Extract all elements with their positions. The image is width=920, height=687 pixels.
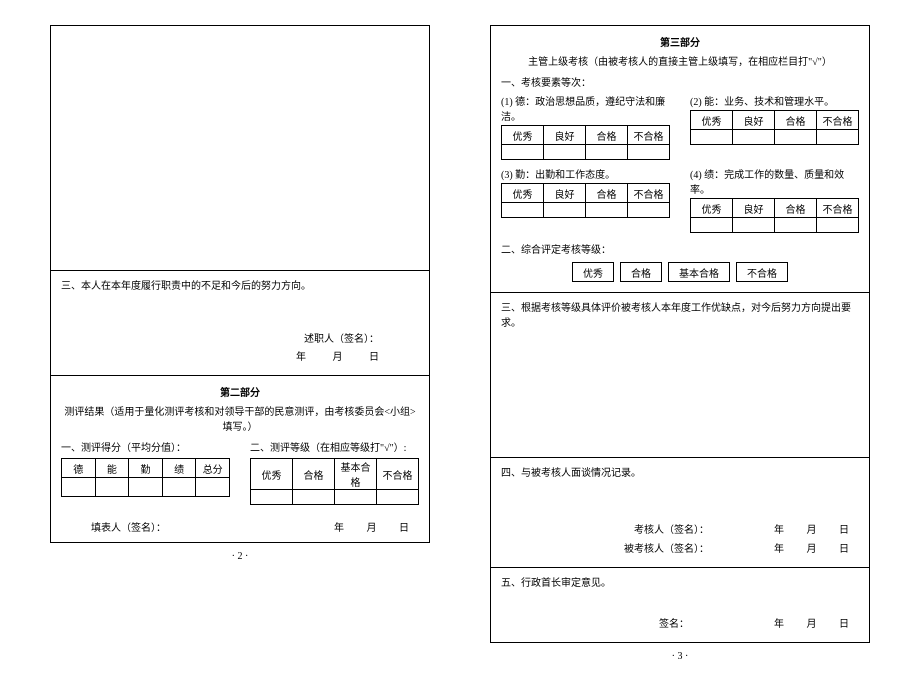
c3-hg[interactable] bbox=[586, 203, 628, 218]
section-self-shortcoming: 三、本人在本年度履行职责中的不足和今后的努力方向。 述职人（签名）： 年 月 日 bbox=[51, 271, 429, 376]
val-ji[interactable] bbox=[162, 478, 196, 497]
c2-bhg[interactable] bbox=[817, 130, 859, 145]
score-heading: 一、测评得分（平均分值）： bbox=[61, 439, 230, 454]
sec5: 五、行政首长审定意见。 bbox=[501, 574, 859, 589]
c1-yx[interactable] bbox=[502, 145, 544, 160]
line2: 二、综合评定考核等级： bbox=[501, 241, 859, 256]
sec3-right: 三、根据考核等级具体评价被考核人本年度工作优缺点，对今后努力方向提出要求。 bbox=[501, 299, 859, 329]
section-approval: 五、行政首长审定意见。 签名： 年 月 日 bbox=[491, 568, 869, 642]
grade-heading: 二、测评等级（在相应等级打"√"）: bbox=[250, 439, 419, 454]
filler-label: 填表人（签名）： bbox=[91, 519, 166, 534]
part3-subtitle: 主管上级考核（由被考核人的直接主管上级填写，在相应栏目打"√"） bbox=[501, 53, 859, 68]
date-line: 年 月 日 bbox=[61, 349, 379, 367]
criterion-2: (2) 能：业务、技术和管理水平。 优秀 良好 合格 不合格 bbox=[690, 93, 859, 160]
overall-jbhg[interactable]: 基本合格 bbox=[669, 263, 730, 282]
col-de: 德 bbox=[62, 459, 96, 478]
sign-label: 签名： bbox=[659, 619, 689, 630]
c4-yx[interactable] bbox=[691, 218, 733, 233]
grade-jbhg-box[interactable] bbox=[335, 490, 377, 505]
c1-lh[interactable] bbox=[544, 145, 586, 160]
col-qin: 勤 bbox=[129, 459, 163, 478]
khr-line: 考核人（签名）： 年 月 日 bbox=[501, 521, 849, 540]
c1-bhg[interactable] bbox=[628, 145, 670, 160]
col-neng: 能 bbox=[95, 459, 129, 478]
score-table: 德 能 勤 绩 总分 bbox=[61, 458, 230, 497]
c1-hg[interactable] bbox=[586, 145, 628, 160]
col-ji: 绩 bbox=[162, 459, 196, 478]
val-zong[interactable] bbox=[196, 478, 230, 497]
val-qin[interactable] bbox=[129, 478, 163, 497]
c3-yx[interactable] bbox=[502, 203, 544, 218]
section-part3-header: 第三部分 主管上级考核（由被考核人的直接主管上级填写，在相应栏目打"√"） 一、… bbox=[491, 26, 869, 293]
section-part2: 第二部分 测评结果（适用于量化测评考核和对领导干部的民意测评，由考核委员会<小组… bbox=[51, 376, 429, 542]
grade-hg: 合格 bbox=[293, 459, 335, 490]
c4-bhg[interactable] bbox=[817, 218, 859, 233]
date-line-2: 年 月 日 bbox=[334, 519, 409, 534]
grade-jbhg: 基本合格 bbox=[335, 459, 377, 490]
c3-lh[interactable] bbox=[544, 203, 586, 218]
signature-label: 述职人（签名）： bbox=[61, 331, 379, 349]
criterion-4: (4) 绩：完成工作的数量、质量和效率。 优秀 良好 合格 不合格 bbox=[690, 166, 859, 233]
grade-yx-box[interactable] bbox=[251, 490, 293, 505]
sec4: 四、与被考核人面谈情况记录。 bbox=[501, 464, 859, 479]
section-interview: 四、与被考核人面谈情况记录。 考核人（签名）： 年 月 日 被考核人（签名）： … bbox=[491, 458, 869, 568]
overall-hg[interactable]: 合格 bbox=[621, 263, 662, 282]
c2-yx[interactable] bbox=[691, 130, 733, 145]
bkhr-line: 被考核人（签名）： 年 月 日 bbox=[501, 540, 849, 559]
grade-bhg-box[interactable] bbox=[377, 490, 419, 505]
c3-bhg[interactable] bbox=[628, 203, 670, 218]
page-number-right: · 3 · bbox=[490, 651, 870, 662]
section-eval: 三、根据考核等级具体评价被考核人本年度工作优缺点，对今后努力方向提出要求。 bbox=[491, 293, 869, 458]
val-de[interactable] bbox=[62, 478, 96, 497]
page-right: 第三部分 主管上级考核（由被考核人的直接主管上级填写，在相应栏目打"√"） 一、… bbox=[490, 25, 870, 662]
part2-subtitle: 测评结果（适用于量化测评考核和对领导干部的民意测评，由考核委员会<小组>填写。） bbox=[61, 403, 419, 433]
part2-title: 第二部分 bbox=[61, 384, 419, 399]
overall-table: 优秀 合格 基本合格 不合格 bbox=[572, 262, 788, 282]
col-zong: 总分 bbox=[196, 459, 230, 478]
section-blank-top bbox=[51, 26, 429, 271]
val-neng[interactable] bbox=[95, 478, 129, 497]
part3-title: 第三部分 bbox=[501, 34, 859, 49]
overall-bhg[interactable]: 不合格 bbox=[737, 263, 788, 282]
overall-yx[interactable]: 优秀 bbox=[573, 263, 614, 282]
page-left: 三、本人在本年度履行职责中的不足和今后的努力方向。 述职人（签名）： 年 月 日… bbox=[50, 25, 430, 662]
c2-hg[interactable] bbox=[775, 130, 817, 145]
c4-hg[interactable] bbox=[775, 218, 817, 233]
page-frame: 第三部分 主管上级考核（由被考核人的直接主管上级填写，在相应栏目打"√"） 一、… bbox=[490, 25, 870, 643]
c4-lh[interactable] bbox=[733, 218, 775, 233]
criterion-3: (3) 勤：出勤和工作态度。 优秀 良好 合格 不合格 bbox=[501, 166, 670, 233]
grade-bhg: 不合格 bbox=[377, 459, 419, 490]
c2-lh[interactable] bbox=[733, 130, 775, 145]
grade-yx: 优秀 bbox=[251, 459, 293, 490]
sec3-title: 三、本人在本年度履行职责中的不足和今后的努力方向。 bbox=[61, 277, 419, 292]
page-number-left: · 2 · bbox=[50, 551, 430, 562]
page-frame: 三、本人在本年度履行职责中的不足和今后的努力方向。 述职人（签名）： 年 月 日… bbox=[50, 25, 430, 543]
grade-hg-box[interactable] bbox=[293, 490, 335, 505]
criterion-1: (1) 德：政治思想品质，遵纪守法和廉洁。 优秀 良好 合格 不合格 bbox=[501, 93, 670, 160]
line1: 一、考核要素等次： bbox=[501, 74, 859, 89]
grade-table: 优秀 合格 基本合格 不合格 bbox=[250, 458, 419, 505]
